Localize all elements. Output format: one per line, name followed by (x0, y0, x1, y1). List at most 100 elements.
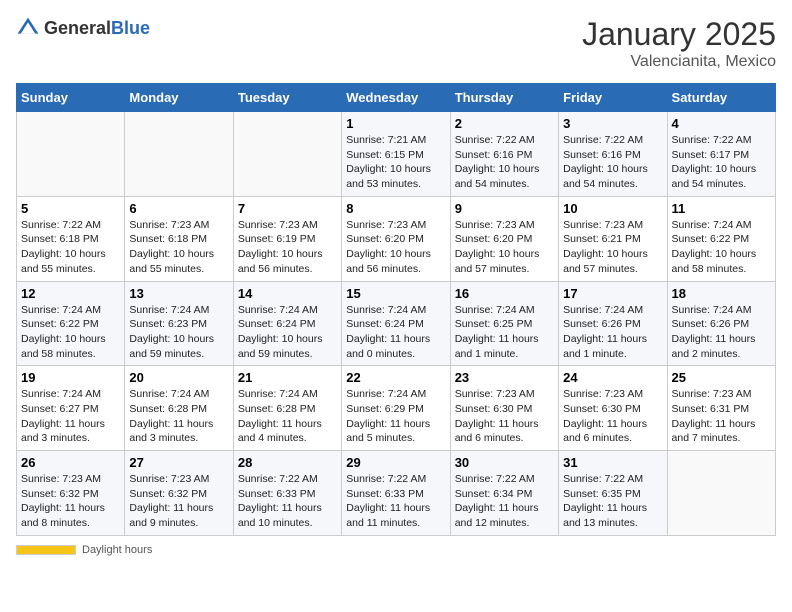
calendar-cell: 23 Sunrise: 7:23 AMSunset: 6:30 PMDayligh… (450, 366, 558, 451)
calendar-cell: 17 Sunrise: 7:24 AMSunset: 6:26 PMDayligh… (559, 281, 667, 366)
header-day-wednesday: Wednesday (342, 84, 450, 112)
week-row-2: 5Sunrise: 7:22 AMSunset: 6:18 PMDaylight… (17, 196, 776, 281)
calendar-cell: 20Sunrise: 7:24 AMSunset: 6:28 PMDayligh… (125, 366, 233, 451)
day-number: 30 (455, 455, 554, 470)
calendar-body: 1Sunrise: 7:21 AMSunset: 6:15 PMDaylight… (17, 112, 776, 536)
calendar-cell: 3 Sunrise: 7:22 AMSunset: 6:16 PMDaylight… (559, 112, 667, 197)
day-info: Sunrise: 7:21 AMSunset: 6:15 PMDaylight:… (346, 133, 445, 192)
day-info: Sunrise: 7:24 AMSunset: 6:27 PMDaylight:… (21, 387, 120, 446)
calendar-cell: 7 Sunrise: 7:23 AMSunset: 6:19 PMDaylight… (233, 196, 341, 281)
month-title: January 2025 (582, 16, 776, 53)
logo-general-text: General (44, 18, 111, 38)
day-info: Sunrise: 7:22 AMSunset: 6:34 PMDaylight:… (455, 472, 554, 531)
day-number: 3 (563, 116, 662, 131)
footer: Daylight hours (16, 544, 776, 556)
calendar-cell: 16 Sunrise: 7:24 AMSunset: 6:25 PMDayligh… (450, 281, 558, 366)
calendar-cell: 26 Sunrise: 7:23 AMSunset: 6:32 PMDayligh… (17, 451, 125, 536)
day-number: 10 (563, 201, 662, 216)
week-row-5: 26 Sunrise: 7:23 AMSunset: 6:32 PMDayligh… (17, 451, 776, 536)
day-info: Sunrise: 7:23 AMSunset: 6:18 PMDaylight:… (129, 218, 228, 277)
day-info: Sunrise: 7:23 AMSunset: 6:19 PMDaylight:… (238, 218, 337, 277)
calendar-cell: 28Sunrise: 7:22 AMSunset: 6:33 PMDayligh… (233, 451, 341, 536)
day-info: Sunrise: 7:24 AMSunset: 6:22 PMDaylight:… (21, 303, 120, 362)
day-info: Sunrise: 7:24 AMSunset: 6:22 PMDaylight:… (672, 218, 771, 277)
day-info: Sunrise: 7:22 AMSunset: 6:18 PMDaylight:… (21, 218, 120, 277)
calendar-cell (233, 112, 341, 197)
day-info: Sunrise: 7:23 AMSunset: 6:30 PMDaylight:… (563, 387, 662, 446)
day-number: 18 (672, 286, 771, 301)
day-info: Sunrise: 7:24 AMSunset: 6:29 PMDaylight:… (346, 387, 445, 446)
day-number: 27 (129, 455, 228, 470)
day-number: 21 (238, 370, 337, 385)
day-number: 29 (346, 455, 445, 470)
location-title: Valencianita, Mexico (582, 53, 776, 71)
day-info: Sunrise: 7:24 AMSunset: 6:28 PMDaylight:… (129, 387, 228, 446)
day-number: 26 (21, 455, 120, 470)
day-info: Sunrise: 7:24 AMSunset: 6:23 PMDaylight:… (129, 303, 228, 362)
day-info: Sunrise: 7:24 AMSunset: 6:25 PMDaylight:… (455, 303, 554, 362)
day-number: 7 (238, 201, 337, 216)
calendar-cell: 6Sunrise: 7:23 AMSunset: 6:18 PMDaylight… (125, 196, 233, 281)
day-info: Sunrise: 7:23 AMSunset: 6:30 PMDaylight:… (455, 387, 554, 446)
day-number: 25 (672, 370, 771, 385)
day-info: Sunrise: 7:22 AMSunset: 6:33 PMDaylight:… (346, 472, 445, 531)
calendar-cell: 18Sunrise: 7:24 AMSunset: 6:26 PMDayligh… (667, 281, 775, 366)
calendar-cell: 9Sunrise: 7:23 AMSunset: 6:20 PMDaylight… (450, 196, 558, 281)
day-number: 11 (672, 201, 771, 216)
day-info: Sunrise: 7:24 AMSunset: 6:28 PMDaylight:… (238, 387, 337, 446)
calendar-cell: 30 Sunrise: 7:22 AMSunset: 6:34 PMDayligh… (450, 451, 558, 536)
day-number: 16 (455, 286, 554, 301)
day-info: Sunrise: 7:22 AMSunset: 6:35 PMDaylight:… (563, 472, 662, 531)
title-area: January 2025 Valencianita, Mexico (582, 16, 776, 71)
calendar-cell (125, 112, 233, 197)
day-number: 17 (563, 286, 662, 301)
day-number: 9 (455, 201, 554, 216)
day-number: 4 (672, 116, 771, 131)
day-info: Sunrise: 7:23 AMSunset: 6:20 PMDaylight:… (346, 218, 445, 277)
day-number: 28 (238, 455, 337, 470)
day-info: Sunrise: 7:23 AMSunset: 6:21 PMDaylight:… (563, 218, 662, 277)
day-number: 19 (21, 370, 120, 385)
daylight-bar (16, 545, 76, 555)
logo: GeneralBlue (16, 16, 150, 40)
calendar-cell: 12 Sunrise: 7:24 AMSunset: 6:22 PMDayligh… (17, 281, 125, 366)
calendar-cell: 15Sunrise: 7:24 AMSunset: 6:24 PMDayligh… (342, 281, 450, 366)
calendar-cell: 31 Sunrise: 7:22 AMSunset: 6:35 PMDayligh… (559, 451, 667, 536)
header-day-monday: Monday (125, 84, 233, 112)
day-info: Sunrise: 7:22 AMSunset: 6:16 PMDaylight:… (563, 133, 662, 192)
day-info: Sunrise: 7:24 AMSunset: 6:26 PMDaylight:… (563, 303, 662, 362)
week-row-4: 19 Sunrise: 7:24 AMSunset: 6:27 PMDayligh… (17, 366, 776, 451)
day-number: 12 (21, 286, 120, 301)
calendar-cell: 4 Sunrise: 7:22 AMSunset: 6:17 PMDaylight… (667, 112, 775, 197)
day-number: 23 (455, 370, 554, 385)
day-info: Sunrise: 7:23 AMSunset: 6:32 PMDaylight:… (129, 472, 228, 531)
day-number: 2 (455, 116, 554, 131)
day-info: Sunrise: 7:24 AMSunset: 6:24 PMDaylight:… (346, 303, 445, 362)
calendar-cell: 5Sunrise: 7:22 AMSunset: 6:18 PMDaylight… (17, 196, 125, 281)
header-day-saturday: Saturday (667, 84, 775, 112)
calendar-cell: 11 Sunrise: 7:24 AMSunset: 6:22 PMDayligh… (667, 196, 775, 281)
day-number: 22 (346, 370, 445, 385)
calendar-cell: 1Sunrise: 7:21 AMSunset: 6:15 PMDaylight… (342, 112, 450, 197)
day-info: Sunrise: 7:22 AMSunset: 6:17 PMDaylight:… (672, 133, 771, 192)
day-info: Sunrise: 7:23 AMSunset: 6:32 PMDaylight:… (21, 472, 120, 531)
calendar-cell: 10 Sunrise: 7:23 AMSunset: 6:21 PMDayligh… (559, 196, 667, 281)
calendar-cell: 8Sunrise: 7:23 AMSunset: 6:20 PMDaylight… (342, 196, 450, 281)
daylight-label: Daylight hours (82, 544, 152, 556)
calendar-cell: 25 Sunrise: 7:23 AMSunset: 6:31 PMDayligh… (667, 366, 775, 451)
week-row-3: 12 Sunrise: 7:24 AMSunset: 6:22 PMDayligh… (17, 281, 776, 366)
header-day-sunday: Sunday (17, 84, 125, 112)
calendar-cell (667, 451, 775, 536)
calendar-cell: 19 Sunrise: 7:24 AMSunset: 6:27 PMDayligh… (17, 366, 125, 451)
day-info: Sunrise: 7:22 AMSunset: 6:16 PMDaylight:… (455, 133, 554, 192)
day-info: Sunrise: 7:24 AMSunset: 6:24 PMDaylight:… (238, 303, 337, 362)
page-header: GeneralBlue January 2025 Valencianita, M… (16, 16, 776, 71)
day-number: 31 (563, 455, 662, 470)
calendar-cell: 27 Sunrise: 7:23 AMSunset: 6:32 PMDayligh… (125, 451, 233, 536)
header-row: SundayMondayTuesdayWednesdayThursdayFrid… (17, 84, 776, 112)
header-day-thursday: Thursday (450, 84, 558, 112)
calendar-table: SundayMondayTuesdayWednesdayThursdayFrid… (16, 83, 776, 536)
calendar-cell: 29 Sunrise: 7:22 AMSunset: 6:33 PMDayligh… (342, 451, 450, 536)
day-info: Sunrise: 7:23 AMSunset: 6:31 PMDaylight:… (672, 387, 771, 446)
calendar-cell: 13Sunrise: 7:24 AMSunset: 6:23 PMDayligh… (125, 281, 233, 366)
